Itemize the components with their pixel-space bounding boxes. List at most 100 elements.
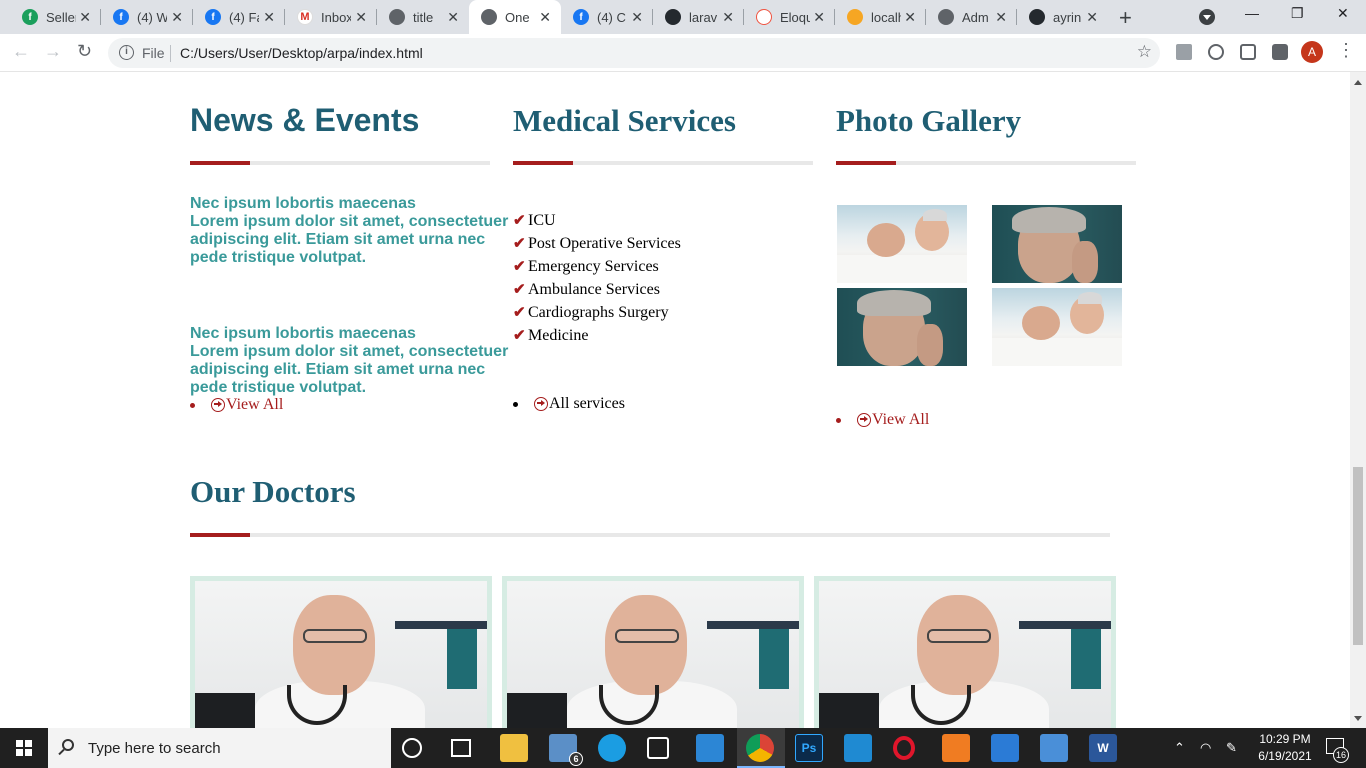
tab-localhost[interactable]: localh ✕ (835, 0, 926, 34)
close-icon[interactable]: ✕ (263, 9, 275, 25)
news-view-all-link[interactable]: View All (190, 396, 283, 414)
tab-search-icon[interactable] (1199, 9, 1215, 25)
windows-start-icon[interactable] (16, 740, 32, 756)
list-item[interactable]: ✔ Emergency Services (513, 255, 681, 278)
scroll-up-arrow-icon[interactable] (1354, 76, 1362, 85)
gallery-photo-couple[interactable] (837, 205, 967, 283)
mail-icon[interactable]: 6 (549, 734, 583, 766)
store-icon[interactable] (647, 737, 669, 759)
gallery-view-all-link[interactable]: View All (836, 411, 929, 429)
list-item[interactable]: ✔ Post Operative Services (513, 232, 681, 255)
camera-extension-icon[interactable] (1240, 44, 1256, 60)
edge-icon[interactable] (598, 734, 626, 762)
tab-label: Seller (46, 9, 76, 25)
minimize-icon[interactable]: — (1245, 5, 1259, 21)
opera-icon[interactable] (893, 736, 915, 760)
close-icon[interactable]: ✕ (722, 9, 734, 25)
checkmark-icon: ✔ (513, 328, 526, 344)
back-arrow-icon[interactable]: ← (12, 41, 30, 62)
github-icon (665, 9, 681, 25)
profile-avatar[interactable]: A (1301, 41, 1323, 63)
cortana-icon[interactable] (402, 738, 422, 758)
doctor-photo (819, 581, 1111, 728)
bookmark-star-icon[interactable]: ☆ (1137, 42, 1152, 62)
globe-icon (481, 9, 497, 25)
list-item[interactable]: ✔ Medicine (513, 324, 681, 347)
address-bar[interactable]: i File C:/Users/User/Desktop/arpa/index.… (108, 38, 1160, 68)
list-item[interactable]: ✔ Cardiographs Surgery (513, 301, 681, 324)
close-icon[interactable]: ✕ (631, 9, 643, 25)
our-doctors-heading: Our Doctors (190, 474, 356, 509)
tab-admin[interactable]: Adm ✕ (926, 0, 1017, 34)
tab-label: larav (689, 9, 718, 25)
close-icon[interactable]: ✕ (447, 9, 459, 25)
pdf-extension-icon[interactable] (1176, 44, 1192, 60)
cloud-extension-icon[interactable] (1208, 44, 1224, 60)
close-icon[interactable]: ✕ (355, 9, 367, 25)
page-scrollbar[interactable] (1350, 72, 1366, 728)
scroll-down-arrow-icon[interactable] (1354, 716, 1362, 725)
tab-label: Inbox (321, 9, 351, 25)
news-item-heading[interactable]: Nec ipsum lobortis maecenas (190, 325, 520, 343)
task-view-icon[interactable] (451, 739, 471, 757)
pen-icon[interactable]: ✎ (1226, 740, 1237, 756)
list-item[interactable]: ✔ Ambulance Services (513, 278, 681, 301)
vscode-icon[interactable] (844, 734, 872, 762)
doctor-card[interactable] (814, 576, 1116, 728)
facebook-icon: f (205, 9, 221, 25)
taskbar-search-box[interactable]: Type here to search (48, 728, 391, 768)
all-services-link[interactable]: All services (513, 395, 625, 413)
xampp-icon[interactable] (942, 734, 970, 762)
photoshop-icon[interactable]: Ps (795, 734, 823, 762)
close-icon[interactable]: ✕ (813, 9, 825, 25)
media-player-icon[interactable] (991, 734, 1019, 762)
restore-icon[interactable]: ❐ (1291, 5, 1304, 22)
gallery-photo-couple[interactable] (992, 288, 1122, 366)
list-item[interactable]: ✔ ICU (513, 209, 681, 232)
close-icon[interactable]: ✕ (904, 9, 916, 25)
close-icon[interactable]: ✕ (79, 9, 91, 25)
forward-arrow-icon[interactable]: → (44, 41, 62, 62)
photos-icon[interactable] (1040, 734, 1068, 762)
new-tab-plus-icon[interactable]: + (1119, 5, 1132, 31)
view-all-label: View All (872, 411, 930, 428)
scrollbar-thumb[interactable] (1353, 467, 1363, 645)
tab-seller[interactable]: f Seller ✕ (10, 0, 101, 34)
tab-facebook-2[interactable]: f (4) Fa ✕ (193, 0, 285, 34)
tray-chevron-up-icon[interactable]: ⌃ (1174, 740, 1185, 756)
tab-one-active[interactable]: One ✕ (469, 0, 561, 34)
puzzle-extensions-icon[interactable] (1272, 44, 1288, 60)
tab-gmail-inbox[interactable]: Inbox ✕ (285, 0, 377, 34)
gallery-photo-elderly-woman[interactable] (992, 205, 1122, 283)
browser-toolbar: ← → ↻ i File C:/Users/User/Desktop/arpa/… (0, 34, 1366, 72)
green-logo-icon: f (22, 9, 38, 25)
window-close-icon[interactable]: ✕ (1337, 5, 1349, 22)
kebab-menu-icon[interactable]: ⋮ (1337, 40, 1355, 61)
file-explorer-icon[interactable] (500, 734, 528, 762)
news-item-heading[interactable]: Nec ipsum lobortis maecenas (190, 195, 520, 213)
tab-facebook-3[interactable]: f (4) C ✕ (561, 0, 653, 34)
doctor-card[interactable] (190, 576, 492, 728)
reload-icon[interactable]: ↻ (77, 41, 92, 62)
gallery-photo-elderly-woman[interactable] (837, 288, 967, 366)
tab-title[interactable]: title ✕ (377, 0, 469, 34)
tab-label: (4) Fa (229, 9, 259, 25)
tab-eloquent[interactable]: Eloqu ✕ (744, 0, 835, 34)
network-icon[interactable]: ◠ (1200, 740, 1211, 756)
close-icon[interactable]: ✕ (171, 9, 183, 25)
word-icon[interactable]: W (1089, 734, 1117, 762)
photo-gallery-heading: Photo Gallery (836, 103, 1022, 138)
info-icon[interactable]: i (119, 45, 134, 60)
url-text[interactable]: C:/Users/User/Desktop/arpa/index.html (180, 45, 423, 61)
chrome-icon[interactable] (746, 734, 774, 762)
list-bullet (836, 417, 841, 423)
close-icon[interactable]: ✕ (539, 9, 551, 25)
tab-facebook-1[interactable]: f (4) W ✕ (101, 0, 193, 34)
windows-app-icon[interactable] (696, 734, 724, 762)
tab-github-ayrin[interactable]: ayrin ✕ (1017, 0, 1108, 34)
system-clock[interactable]: 10:29 PM 6/19/2021 (1250, 731, 1320, 765)
close-icon[interactable]: ✕ (995, 9, 1007, 25)
close-icon[interactable]: ✕ (1086, 9, 1098, 25)
tab-github-laravel[interactable]: larav ✕ (653, 0, 744, 34)
doctor-card[interactable] (502, 576, 804, 728)
